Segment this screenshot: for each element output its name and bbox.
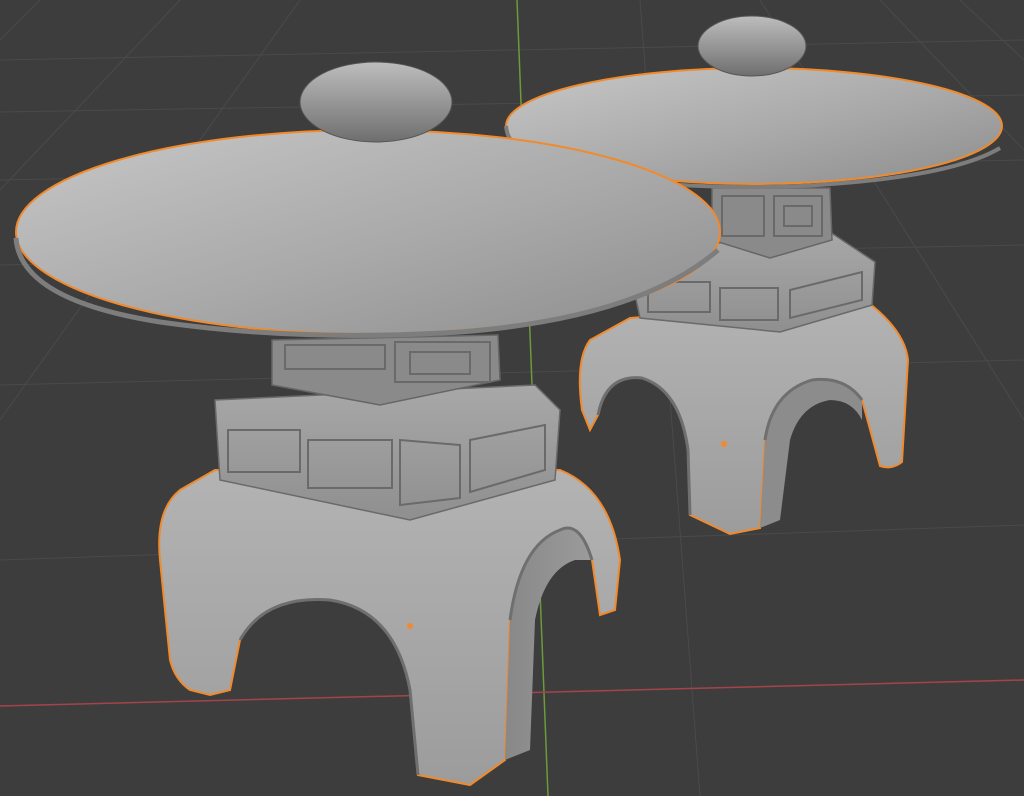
lantern-back-origin-dot: [721, 441, 727, 447]
lantern-front-origin-dot: [407, 623, 413, 629]
3d-viewport[interactable]: [0, 0, 1024, 796]
lantern-front-knob: [299, 61, 453, 143]
lantern-back-knob: [697, 15, 807, 77]
